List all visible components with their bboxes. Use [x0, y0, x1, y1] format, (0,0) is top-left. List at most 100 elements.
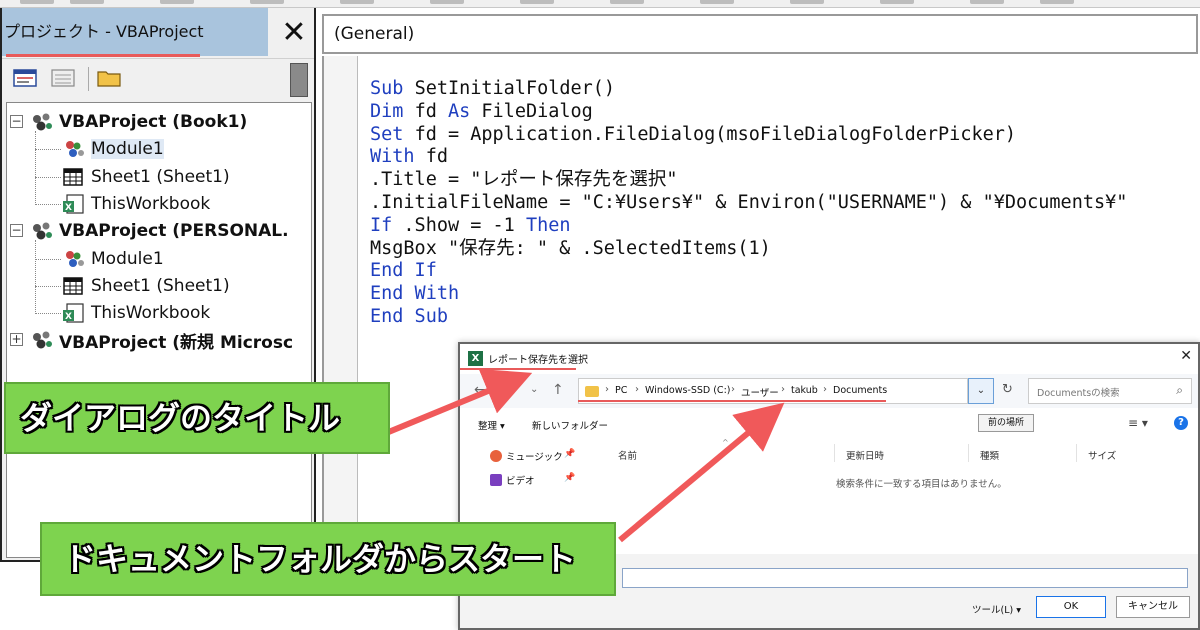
project-explorer-title: プロジェクト - VBAProject	[4, 22, 204, 41]
folder-name-input[interactable]	[622, 568, 1188, 588]
code-token: fd = Application.FileDialog(msoFileDialo…	[414, 123, 1017, 145]
vbaproject-icon	[29, 329, 55, 351]
object-combobox-value: (General)	[334, 24, 415, 44]
svg-text:X: X	[65, 203, 72, 213]
code-keyword: End Sub	[370, 305, 448, 327]
tree-item-workbook[interactable]: X ThisWorkbook	[61, 300, 210, 326]
breadcrumb-drive[interactable]: Windows-SSD (C:)	[645, 385, 730, 396]
tree-item-workbook[interactable]: X ThisWorkbook	[61, 191, 210, 217]
code-line[interactable]: .InitialFileName = "C:¥Users¥" & Environ…	[370, 192, 1127, 215]
breadcrumb-separator-icon: ›	[635, 384, 639, 395]
tree-item-label: Module1	[91, 139, 164, 160]
address-dropdown-chevron-icon[interactable]: ⌄	[968, 378, 994, 404]
project-explorer-titlebar: プロジェクト - VBAProject	[2, 8, 268, 56]
sort-caret-icon: ^	[722, 438, 729, 447]
object-combobox[interactable]: (General)	[322, 14, 1198, 54]
tree-item-label: ThisWorkbook	[91, 303, 211, 324]
expand-icon[interactable]: +	[10, 333, 23, 347]
column-header-type[interactable]: 種類	[980, 448, 999, 462]
pin-icon[interactable]: 📌	[564, 473, 575, 483]
workbook-icon: X	[61, 302, 87, 324]
code-line[interactable]: MsgBox "保存先: " & .SelectedItems(1)	[370, 238, 1127, 261]
code-line[interactable]: With fd	[370, 146, 1127, 169]
empty-list-message: 検索条件に一致する項目はありません。	[836, 479, 1007, 490]
ok-button[interactable]: OK	[1036, 596, 1106, 618]
vbaproject-icon	[29, 111, 55, 133]
address-underline-annotation	[578, 400, 886, 402]
tree-guide-line	[35, 149, 61, 151]
tree-item-label: Module1	[91, 248, 164, 269]
column-separator	[968, 444, 969, 462]
code-line[interactable]: End Sub	[370, 306, 1127, 329]
tree-item-project[interactable]: VBAProject (Book1)	[29, 109, 247, 135]
tree-item-sheet[interactable]: Sheet1 (Sheet1)	[61, 164, 230, 190]
column-header-size[interactable]: サイズ	[1088, 448, 1116, 462]
code-margin-indicator-bar	[324, 56, 358, 564]
code-line[interactable]: If .Show = -1 Then	[370, 215, 1127, 238]
pin-icon[interactable]: 📌	[564, 449, 575, 459]
code-keyword: Sub	[370, 78, 415, 99]
project-explorer-close-button[interactable]: ✕	[276, 18, 312, 50]
tree-item-project[interactable]: VBAProject (PERSONAL.	[29, 218, 289, 244]
view-options-icon[interactable]: ≡ ▾	[1128, 416, 1148, 430]
code-text[interactable]: Sub SetInitialFolder() Dim fd As FileDial…	[370, 78, 1127, 329]
project-tree[interactable]: − VBAProject (Book1) Module1 Sheet1 (Sheet1…	[6, 102, 312, 558]
breadcrumb-separator-icon: ›	[781, 384, 785, 395]
tree-guide-line	[35, 285, 61, 287]
column-header-modified[interactable]: 更新日時	[846, 448, 884, 462]
help-icon[interactable]: ?	[1174, 416, 1188, 430]
toggle-folders-icon[interactable]	[96, 67, 122, 89]
tree-item-sheet[interactable]: Sheet1 (Sheet1)	[61, 273, 230, 299]
collapse-icon[interactable]: −	[10, 224, 23, 238]
breadcrumb-users[interactable]: ユーザー	[741, 385, 779, 399]
code-keyword: As	[447, 100, 482, 122]
tree-item-module[interactable]: Module1	[61, 136, 164, 162]
module-icon	[61, 138, 87, 160]
previous-location-button[interactable]: 前の場所	[978, 414, 1034, 432]
back-arrow-icon[interactable]: ←	[474, 382, 486, 398]
workbook-icon: X	[61, 193, 87, 215]
code-token: FileDialog	[481, 100, 593, 122]
search-placeholder: Documentsの検索	[1037, 388, 1120, 399]
nav-item-video[interactable]: ビデオ	[506, 473, 535, 487]
forward-arrow-icon[interactable]: →	[504, 382, 516, 398]
tree-guide-line	[35, 203, 61, 205]
toolbar-scroll-handle[interactable]	[290, 63, 308, 97]
tree-item-label: VBAProject (Book1)	[59, 112, 248, 132]
view-code-icon[interactable]	[12, 67, 38, 89]
view-object-icon[interactable]	[50, 67, 76, 89]
refresh-icon[interactable]: ↻	[1002, 382, 1013, 397]
breadcrumb-pc[interactable]: PC	[615, 385, 627, 396]
worksheet-icon	[61, 275, 87, 297]
code-line[interactable]: Set fd = Application.FileDialog(msoFileD…	[370, 124, 1127, 147]
tree-item-label: ThisWorkbook	[91, 193, 211, 214]
nav-item-music[interactable]: ミュージック	[506, 449, 563, 463]
cancel-button[interactable]: キャンセル	[1116, 596, 1190, 618]
new-folder-button[interactable]: 新しいフォルダー	[532, 418, 608, 432]
up-arrow-icon[interactable]: ↑	[552, 382, 564, 398]
code-line[interactable]: Dim fd As FileDialog	[370, 101, 1127, 124]
dialog-close-button[interactable]: ✕	[1180, 348, 1192, 364]
tree-guide-line	[35, 176, 61, 178]
column-header-name[interactable]: 名前	[618, 448, 637, 462]
tree-item-project[interactable]: VBAProject (新規 Microsc	[29, 327, 293, 353]
svg-text:X: X	[65, 312, 72, 322]
breadcrumb-user[interactable]: takub	[791, 385, 818, 396]
dialog-title-underline-annotation	[460, 368, 576, 370]
code-line[interactable]: End If	[370, 260, 1127, 283]
tree-item-label: Sheet1 (Sheet1)	[91, 275, 230, 296]
excel-app-icon: X	[468, 351, 483, 366]
tree-item-label: VBAProject (新規 Microsc	[59, 332, 294, 353]
collapse-icon[interactable]: −	[10, 115, 23, 128]
code-keyword: End With	[370, 283, 460, 305]
file-list[interactable]: ^ 名前 更新日時 種類 サイズ 検索条件に一致する項目はありません。	[588, 438, 1188, 560]
breadcrumb-documents[interactable]: Documents	[833, 385, 887, 396]
search-box[interactable]: Documentsの検索 ⌕	[1028, 378, 1192, 404]
code-line[interactable]: .Title = "レポート保存先を選択"	[370, 169, 1127, 192]
code-line[interactable]: End With	[370, 283, 1127, 306]
tree-item-module[interactable]: Module1	[61, 246, 164, 272]
tools-button[interactable]: ツール(L) ▾	[972, 602, 1021, 616]
recent-chevron-down-icon[interactable]: ⌄	[530, 384, 538, 395]
organize-button[interactable]: 整理 ▾	[478, 418, 505, 432]
code-line[interactable]: Sub SetInitialFolder()	[370, 78, 1127, 101]
